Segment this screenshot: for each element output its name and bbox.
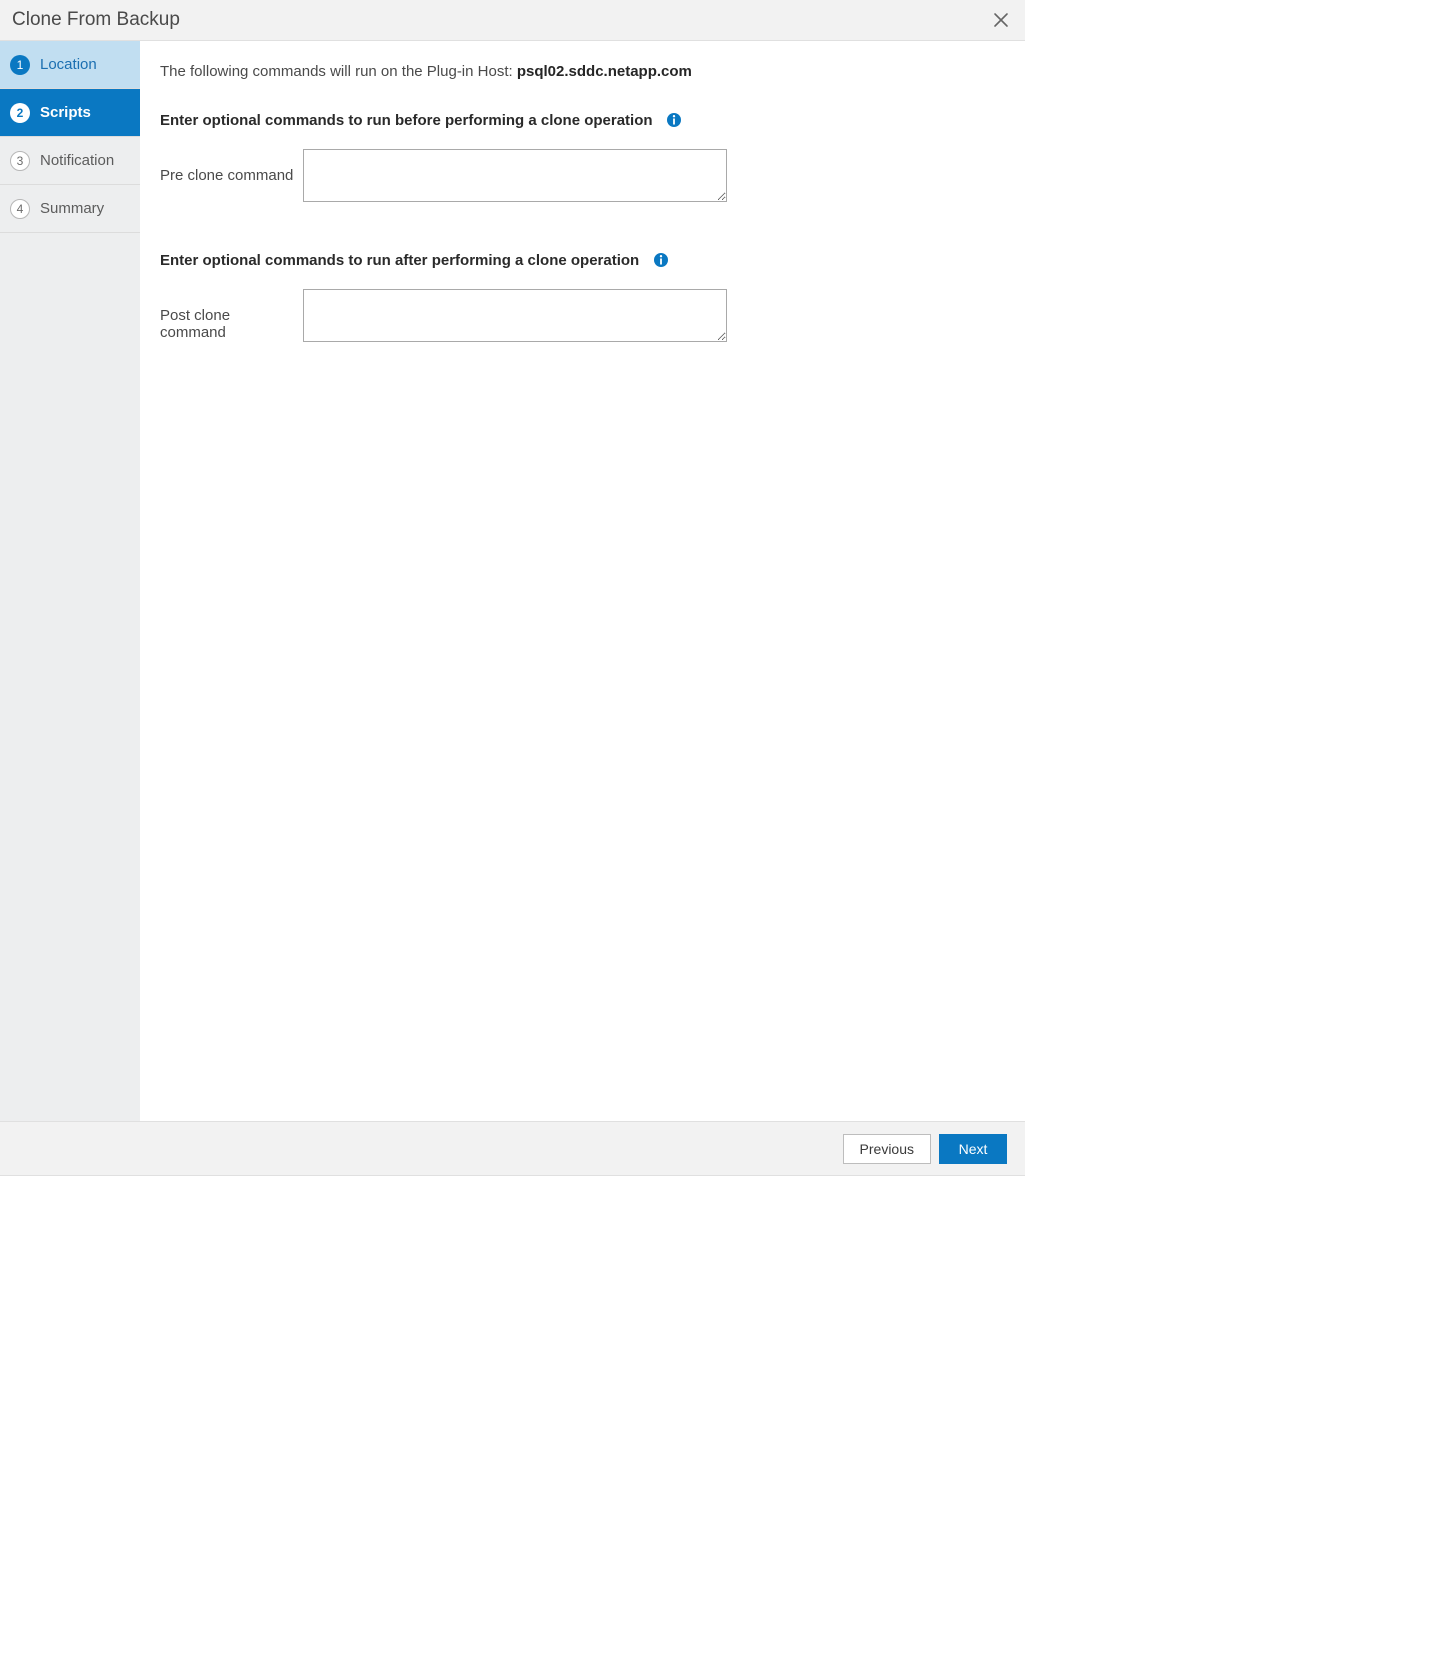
sidebar-step-location[interactable]: 1 Location	[0, 41, 140, 89]
wizard-main-panel: The following commands will run on the P…	[140, 41, 1025, 1121]
info-icon	[666, 112, 682, 128]
step-label: Notification	[40, 152, 114, 169]
post-clone-section-title: Enter optional commands to run after per…	[160, 252, 639, 269]
step-label: Scripts	[40, 104, 91, 121]
next-button[interactable]: Next	[939, 1134, 1007, 1164]
wizard-sidebar: 1 Location 2 Scripts 3 Notification 4 Su…	[0, 41, 140, 1121]
step-number-badge: 1	[10, 55, 30, 75]
step-label: Location	[40, 56, 97, 73]
step-label: Summary	[40, 200, 104, 217]
sidebar-step-notification[interactable]: 3 Notification	[0, 137, 140, 185]
plugin-host-value: psql02.sddc.netapp.com	[517, 63, 692, 80]
pre-clone-section-title: Enter optional commands to run before pe…	[160, 112, 653, 129]
pre-clone-label: Pre clone command	[160, 149, 295, 184]
previous-button[interactable]: Previous	[843, 1134, 931, 1164]
post-clone-info-button[interactable]	[653, 252, 669, 268]
post-clone-command-input[interactable]	[303, 289, 727, 342]
pre-clone-info-button[interactable]	[666, 112, 682, 128]
step-number-badge: 2	[10, 103, 30, 123]
post-clone-section: Enter optional commands to run after per…	[160, 252, 1005, 342]
info-icon	[653, 252, 669, 268]
dialog-footer: Previous Next	[0, 1121, 1025, 1175]
pre-clone-command-input[interactable]	[303, 149, 727, 202]
clone-wizard-dialog: Clone From Backup 1 Location 2 Scripts 3…	[0, 0, 1025, 1176]
post-clone-label: Post clone command	[160, 289, 295, 341]
close-icon	[993, 12, 1009, 28]
close-button[interactable]	[989, 8, 1013, 32]
step-number-badge: 4	[10, 199, 30, 219]
sidebar-step-scripts[interactable]: 2 Scripts	[0, 89, 140, 137]
step-number-badge: 3	[10, 151, 30, 171]
post-clone-field-row: Post clone command	[160, 289, 1005, 342]
intro-prefix: The following commands will run on the P…	[160, 63, 517, 80]
dialog-body: 1 Location 2 Scripts 3 Notification 4 Su…	[0, 41, 1025, 1121]
intro-text: The following commands will run on the P…	[160, 63, 1005, 80]
pre-clone-field-row: Pre clone command	[160, 149, 1005, 202]
pre-clone-section: Enter optional commands to run before pe…	[160, 112, 1005, 202]
dialog-title: Clone From Backup	[12, 9, 180, 31]
dialog-header: Clone From Backup	[0, 0, 1025, 41]
sidebar-step-summary[interactable]: 4 Summary	[0, 185, 140, 233]
